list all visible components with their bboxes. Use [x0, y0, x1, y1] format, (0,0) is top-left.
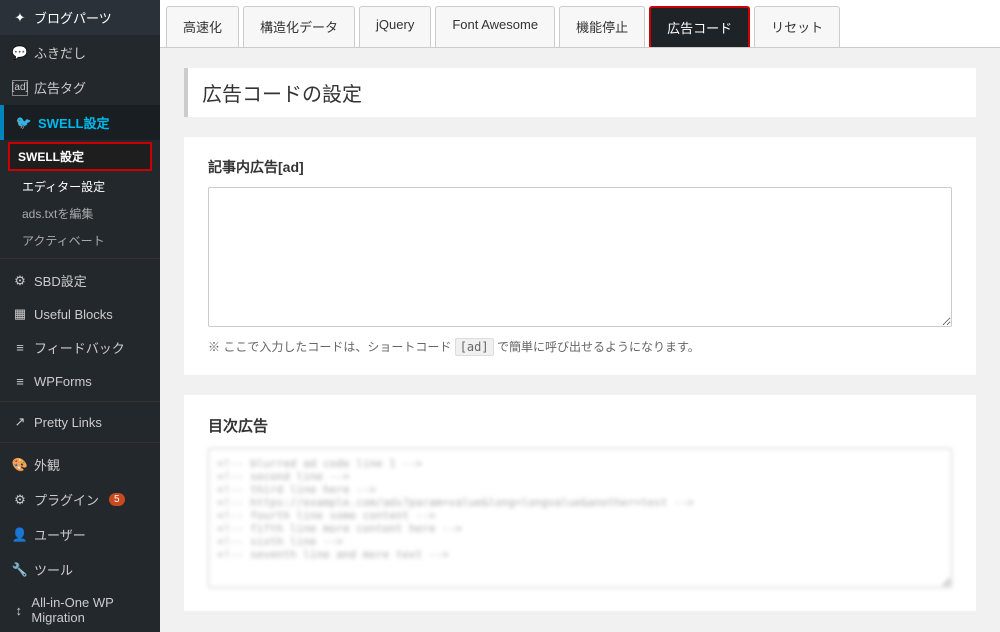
sidebar-item-allinone[interactable]: ↕ All-in-One WP Migration — [0, 587, 160, 632]
sidebar-item-useful-blocks[interactable]: ▦ Useful Blocks — [0, 298, 160, 330]
sidebar-item-editor-settings[interactable]: エディター設定 — [0, 173, 160, 200]
tab-font-awesome[interactable]: Font Awesome — [435, 6, 555, 47]
sidebar: ✦ ブログパーツ 💬 ふきだし [ad] 広告タグ 🐦 SWELL設定 SWEL… — [0, 0, 160, 632]
ad-tag-icon: [ad] — [12, 80, 28, 96]
plugins-icon: ⚙ — [12, 492, 28, 508]
tools-icon: 🔧 — [12, 562, 28, 578]
sidebar-item-appearance[interactable]: 🎨 外観 — [0, 447, 160, 482]
sidebar-item-ads-txt[interactable]: ads.txtを編集 — [0, 200, 160, 227]
sbd-icon: ⚙ — [12, 273, 28, 289]
divider-2 — [0, 401, 160, 402]
toc-ad-textarea[interactable]: <!-- blurred ad code line 1 --> <!-- sec… — [208, 448, 952, 588]
swell-settings-box[interactable]: SWELL設定 — [8, 142, 152, 171]
sidebar-item-users[interactable]: 👤 ユーザー — [0, 517, 160, 552]
allinone-icon: ↕ — [12, 602, 25, 618]
sidebar-item-ad-tag[interactable]: [ad] 広告タグ — [0, 70, 160, 105]
tab-jquery[interactable]: jQuery — [359, 6, 431, 47]
sidebar-item-feedback[interactable]: ≡ フィードバック — [0, 330, 160, 365]
shortcode-badge: [ad] — [455, 338, 494, 356]
blog-parts-icon: ✦ — [12, 10, 28, 26]
feedback-icon: ≡ — [12, 340, 28, 356]
section-toc-ad: 目次広告 <!-- blurred ad code line 1 --> <!-… — [184, 395, 976, 611]
page-body: 広告コードの設定 記事内広告[ad] ※ ここで入力したコードは、ショートコード… — [160, 48, 1000, 632]
sidebar-item-fukidashi[interactable]: 💬 ふきだし — [0, 35, 160, 70]
sidebar-item-sbd[interactable]: ⚙ SBD設定 — [0, 263, 160, 298]
sidebar-item-swell-settings[interactable]: 🐦 SWELL設定 — [0, 105, 160, 140]
main-content: 高速化 構造化データ jQuery Font Awesome 機能停止 広告コー… — [160, 0, 1000, 632]
article-ad-textarea[interactable] — [208, 187, 952, 327]
sidebar-item-blog-parts[interactable]: ✦ ブログパーツ — [0, 0, 160, 35]
users-icon: 👤 — [12, 527, 28, 543]
sidebar-item-activate[interactable]: アクティベート — [0, 227, 160, 254]
tab-kinou-teishi[interactable]: 機能停止 — [559, 6, 645, 47]
swell-icon: 🐦 — [16, 115, 32, 131]
sidebar-item-wpforms[interactable]: ≡ WPForms — [0, 365, 160, 397]
plugins-badge: 5 — [109, 493, 125, 506]
tab-structured-data[interactable]: 構造化データ — [243, 6, 355, 47]
sidebar-item-pretty-links[interactable]: ↗ Pretty Links — [0, 406, 160, 438]
wpforms-icon: ≡ — [12, 373, 28, 389]
pretty-links-icon: ↗ — [12, 414, 28, 430]
appearance-icon: 🎨 — [12, 457, 28, 473]
tab-koukasoku[interactable]: 高速化 — [166, 6, 239, 47]
article-ad-label: 記事内広告[ad] — [208, 157, 952, 177]
divider-3 — [0, 442, 160, 443]
tab-bar: 高速化 構造化データ jQuery Font Awesome 機能停止 広告コー… — [160, 0, 1000, 48]
divider-1 — [0, 258, 160, 259]
section-article-ad: 記事内広告[ad] ※ ここで入力したコードは、ショートコード [ad] で簡単… — [184, 137, 976, 375]
sidebar-item-tools[interactable]: 🔧 ツール — [0, 552, 160, 587]
useful-blocks-icon: ▦ — [12, 306, 28, 322]
article-ad-note: ※ ここで入力したコードは、ショートコード [ad] で簡単に呼び出せるようにな… — [208, 338, 952, 355]
sidebar-item-plugins[interactable]: ⚙ プラグイン 5 — [0, 482, 160, 517]
toc-ad-label: 目次広告 — [208, 415, 952, 436]
tab-ad-code[interactable]: 広告コード — [649, 6, 750, 47]
page-title: 広告コードの設定 — [184, 68, 976, 117]
tab-reset[interactable]: リセット — [754, 6, 840, 47]
fukidashi-icon: 💬 — [12, 45, 28, 61]
